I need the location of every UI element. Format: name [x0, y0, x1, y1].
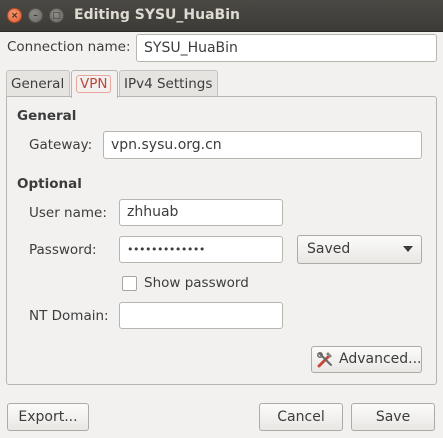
tools-icon: [317, 352, 332, 368]
show-password-checkbox[interactable]: [122, 276, 137, 291]
advanced-button[interactable]: Advanced...: [311, 346, 422, 373]
close-icon[interactable]: ×: [7, 8, 22, 23]
advanced-label: Advanced...: [339, 351, 422, 367]
dialog-window: × – □ Editing SYSU_HuaBin Connection nam…: [0, 0, 443, 438]
show-password-label[interactable]: Show password: [144, 275, 249, 291]
gateway-label: Gateway:: [29, 137, 93, 153]
tab-ipv4-settings[interactable]: IPv4 Settings: [119, 70, 218, 97]
export-button[interactable]: Export...: [7, 403, 89, 431]
connection-name-input[interactable]: SYSU_HuaBin: [136, 34, 437, 62]
tab-vpn[interactable]: VPN: [71, 70, 118, 98]
maximize-icon[interactable]: □: [49, 8, 64, 23]
password-input[interactable]: •••••••••••••: [119, 236, 283, 263]
tab-general[interactable]: General: [6, 70, 70, 97]
password-store-value: Saved: [307, 241, 351, 257]
tab-vpn-label: VPN: [76, 75, 112, 93]
cancel-button[interactable]: Cancel: [259, 403, 343, 431]
connection-name-label: Connection name:: [7, 39, 131, 55]
nt-domain-label: NT Domain:: [29, 308, 109, 324]
gateway-input[interactable]: vpn.sysu.org.cn: [103, 131, 422, 159]
nt-domain-input[interactable]: [119, 302, 283, 329]
tab-ipv4-label: IPv4 Settings: [124, 76, 213, 92]
minimize-icon[interactable]: –: [28, 8, 43, 23]
optional-heading: Optional: [17, 176, 82, 192]
title-bar: × – □ Editing SYSU_HuaBin: [0, 0, 443, 32]
tab-general-label: General: [11, 76, 65, 92]
username-label: User name:: [29, 205, 107, 221]
save-button[interactable]: Save: [351, 403, 435, 431]
general-heading: General: [17, 108, 77, 124]
password-label: Password:: [29, 242, 97, 258]
password-store-select[interactable]: Saved: [297, 235, 422, 264]
username-input[interactable]: zhhuab: [119, 199, 283, 226]
chevron-down-icon: [403, 246, 413, 252]
window-title: Editing SYSU_HuaBin: [74, 7, 240, 23]
